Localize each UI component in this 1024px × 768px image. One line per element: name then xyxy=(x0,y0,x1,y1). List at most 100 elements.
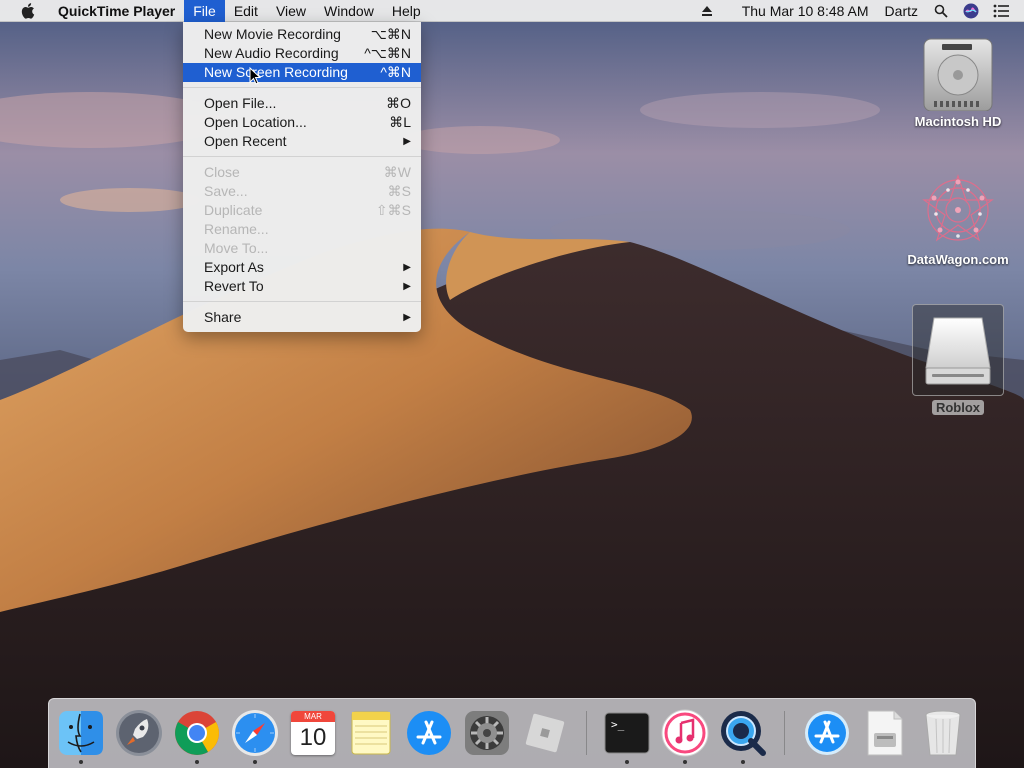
dock-item-notes[interactable] xyxy=(345,707,397,759)
menu-view[interactable]: View xyxy=(267,0,315,22)
menu-item-revert-to[interactable]: Revert To ▶ xyxy=(183,277,421,296)
desktop-icon-label: Macintosh HD xyxy=(914,114,1002,129)
calendar-day: 10 xyxy=(299,724,327,751)
menu-item-shortcut: ⌘S xyxy=(387,183,411,199)
running-indicator xyxy=(195,760,199,764)
quicktime-icon xyxy=(721,711,766,756)
submenu-arrow-icon: ▶ xyxy=(403,312,411,323)
dock-item-downloads[interactable] xyxy=(859,707,911,759)
menu-item-export-as[interactable]: Export As ▶ xyxy=(183,258,421,277)
eject-icon[interactable] xyxy=(696,0,718,22)
submenu-arrow-icon: ▶ xyxy=(403,281,411,292)
menu-separator xyxy=(183,151,421,163)
desktop-icon-label: DataWagon.com xyxy=(907,252,1009,267)
menu-item-label: Revert To xyxy=(204,278,264,294)
safari-icon xyxy=(232,710,278,756)
menu-item-label: Share xyxy=(204,309,242,325)
dock-item-calendar[interactable]: MAR 10 xyxy=(287,707,339,759)
mouse-cursor-icon xyxy=(249,66,262,90)
siri-icon[interactable] xyxy=(960,0,982,22)
menu-item-label: Open Recent xyxy=(204,133,287,149)
menu-item-label: Rename... xyxy=(204,221,269,237)
finder-icon xyxy=(59,711,103,755)
menu-item-share[interactable]: Share ▶ xyxy=(183,308,421,327)
notification-center-icon[interactable] xyxy=(990,0,1012,22)
running-indicator xyxy=(741,760,745,764)
desktop-icon-roblox[interactable]: Roblox xyxy=(906,304,1010,415)
running-indicator xyxy=(625,760,629,764)
menu-bar: QuickTime Player File Edit View Window H… xyxy=(0,0,1024,22)
running-indicator xyxy=(683,760,687,764)
submenu-arrow-icon: ▶ xyxy=(403,262,411,273)
menu-item-save[interactable]: Save... ⌘S xyxy=(183,182,421,201)
roblox-icon xyxy=(525,713,565,753)
menu-item-label: New Screen Recording xyxy=(204,64,348,80)
menu-item-duplicate[interactable]: Duplicate ⇧⌘S xyxy=(183,201,421,220)
dock-item-system-preferences[interactable] xyxy=(461,707,513,759)
dock-item-safari[interactable] xyxy=(229,707,281,764)
menu-edit[interactable]: Edit xyxy=(225,0,267,22)
menu-item-open-location[interactable]: Open Location... ⌘L xyxy=(183,113,421,132)
menu-item-label: Move To... xyxy=(204,240,269,256)
chrome-icon xyxy=(175,711,219,755)
hard-drive-icon xyxy=(906,32,1010,114)
menu-item-shortcut: ^⌘N xyxy=(380,64,411,80)
menu-item-move-to[interactable]: Move To... xyxy=(183,239,421,258)
menu-item-close[interactable]: Close ⌘W xyxy=(183,163,421,182)
menu-item-label: Export As xyxy=(204,259,264,275)
applications-folder-icon xyxy=(805,711,849,755)
itunes-icon xyxy=(661,709,709,757)
downloads-stack-icon xyxy=(867,710,903,756)
desktop-icon-macintosh-hd[interactable]: Macintosh HD xyxy=(906,32,1010,129)
trash-icon xyxy=(925,710,961,756)
dock-separator xyxy=(586,711,587,755)
dock-item-terminal[interactable]: >_ xyxy=(601,707,653,764)
calendar-icon: MAR 10 xyxy=(291,711,335,755)
notes-icon xyxy=(351,711,391,755)
dock-item-app-store[interactable] xyxy=(403,707,455,759)
running-indicator xyxy=(253,760,257,764)
datawagon-icon xyxy=(906,168,1010,252)
menu-item-new-screen-recording[interactable]: New Screen Recording ^⌘N xyxy=(183,63,421,82)
menu-item-shortcut: ^⌥⌘N xyxy=(364,45,411,61)
apple-icon[interactable] xyxy=(18,2,38,19)
dock-item-quicktime[interactable] xyxy=(717,707,769,764)
menu-item-shortcut: ⌘W xyxy=(383,164,411,180)
dock-item-finder[interactable] xyxy=(55,707,107,764)
desktop-icon-label: Roblox xyxy=(931,400,985,415)
menu-help[interactable]: Help xyxy=(383,0,430,22)
menu-item-shortcut: ⌘L xyxy=(389,114,411,130)
submenu-arrow-icon: ▶ xyxy=(403,136,411,147)
menu-item-rename[interactable]: Rename... xyxy=(183,220,421,239)
menu-app-name[interactable]: QuickTime Player xyxy=(54,0,184,22)
menu-item-new-audio-recording[interactable]: New Audio Recording ^⌥⌘N xyxy=(183,44,421,63)
menubar-user[interactable]: Dartz xyxy=(877,3,926,19)
dock-item-trash[interactable] xyxy=(917,707,969,759)
spotlight-icon[interactable] xyxy=(930,0,952,22)
menu-item-open-file[interactable]: Open File... ⌘O xyxy=(183,94,421,113)
dock-item-roblox[interactable] xyxy=(519,707,571,759)
menu-item-label: New Audio Recording xyxy=(204,45,339,61)
running-indicator xyxy=(79,760,83,764)
menu-item-label: Open File... xyxy=(204,95,277,111)
menu-item-shortcut: ⌥⌘N xyxy=(370,26,411,42)
menu-separator xyxy=(183,296,421,308)
file-menu-dropdown: New Movie Recording ⌥⌘N New Audio Record… xyxy=(183,22,421,332)
menu-item-shortcut: ⇧⌘S xyxy=(375,202,411,218)
menu-separator xyxy=(183,82,421,94)
menu-item-label: Open Location... xyxy=(204,114,307,130)
menu-item-open-recent[interactable]: Open Recent ▶ xyxy=(183,132,421,151)
dock-item-launchpad[interactable] xyxy=(113,707,165,759)
dock-item-applications[interactable] xyxy=(801,707,853,759)
dock-item-itunes[interactable] xyxy=(659,707,711,764)
desktop-wallpaper xyxy=(0,0,1024,768)
svg-text:>_: >_ xyxy=(611,718,625,731)
menu-file[interactable]: File xyxy=(184,0,225,22)
desktop-icon-datawagon[interactable]: DataWagon.com xyxy=(906,168,1010,267)
menu-item-label: New Movie Recording xyxy=(204,26,341,42)
menubar-clock[interactable]: Thu Mar 10 8:48 AM xyxy=(734,3,877,19)
menu-window[interactable]: Window xyxy=(315,0,383,22)
dock-item-chrome[interactable] xyxy=(171,707,223,764)
menu-item-label: Save... xyxy=(204,183,248,199)
menu-item-new-movie-recording[interactable]: New Movie Recording ⌥⌘N xyxy=(183,25,421,44)
